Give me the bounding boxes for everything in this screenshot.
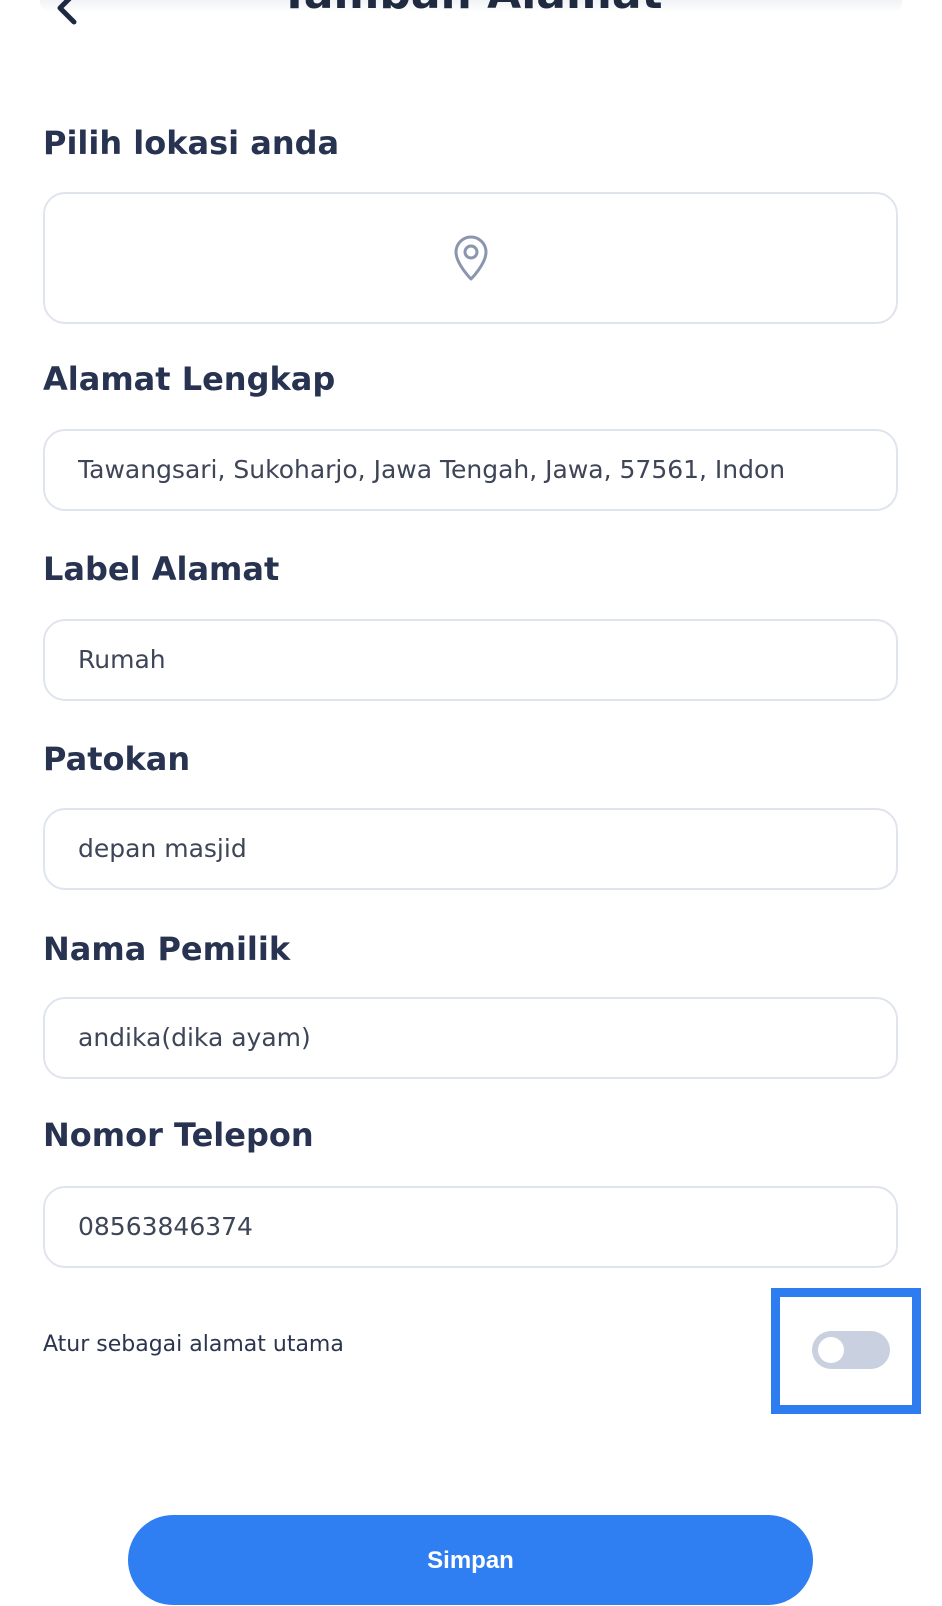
full-address-label: Alamat Lengkap bbox=[43, 360, 336, 398]
landmark-label: Patokan bbox=[43, 740, 191, 778]
owner-name-value: andika(dika ayam) bbox=[78, 1023, 311, 1052]
full-address-field[interactable]: Tawangsari, Sukoharjo, Jawa Tengah, Jawa… bbox=[43, 429, 898, 511]
location-picker[interactable] bbox=[43, 192, 898, 324]
location-pin-icon bbox=[451, 234, 491, 282]
primary-address-toggle-label: Atur sebagai alamat utama bbox=[43, 1332, 344, 1357]
phone-label: Nomor Telepon bbox=[43, 1116, 314, 1154]
full-address-value: Tawangsari, Sukoharjo, Jawa Tengah, Jawa… bbox=[78, 455, 786, 484]
primary-address-toggle[interactable] bbox=[812, 1331, 890, 1369]
address-label-value: Rumah bbox=[78, 645, 166, 674]
location-label: Pilih lokasi anda bbox=[43, 124, 340, 162]
toggle-knob bbox=[818, 1337, 844, 1363]
phone-value: 08563846374 bbox=[78, 1212, 253, 1241]
owner-name-label: Nama Pemilik bbox=[43, 930, 291, 968]
phone-field[interactable]: 08563846374 bbox=[43, 1186, 898, 1268]
address-label-label: Label Alamat bbox=[43, 550, 280, 588]
save-button[interactable]: Simpan bbox=[128, 1515, 813, 1605]
address-label-field[interactable]: Rumah bbox=[43, 619, 898, 701]
owner-name-field[interactable]: andika(dika ayam) bbox=[43, 997, 898, 1079]
app-header: Tambah Alamat bbox=[0, 0, 942, 40]
landmark-value: depan masjid bbox=[78, 834, 247, 863]
landmark-field[interactable]: depan masjid bbox=[43, 808, 898, 890]
page-title: Tambah Alamat bbox=[0, 0, 942, 19]
